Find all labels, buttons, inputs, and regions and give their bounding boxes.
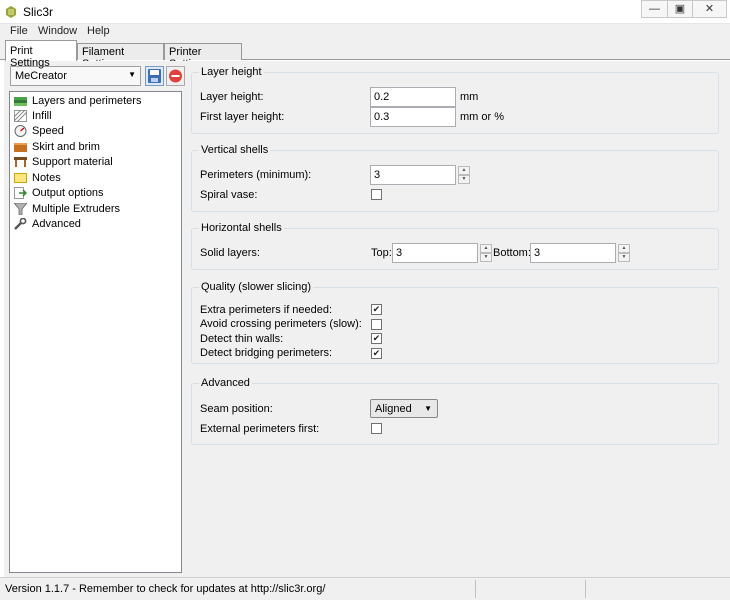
solid-layers-top-input[interactable]: 3 <box>392 243 478 263</box>
spiral-vase-checkbox[interactable] <box>371 189 382 200</box>
tab-printer-settings[interactable]: Printer Settings <box>164 43 242 70</box>
group-vertical-shells: Vertical shells Perimeters (minimum): 3 … <box>191 144 719 212</box>
group-quality: Quality (slower slicing) Extra perimeter… <box>191 281 719 364</box>
solid-layers-top-spinner[interactable]: ▲ ▼ <box>480 244 492 263</box>
minimize-button[interactable]: — <box>641 0 667 18</box>
external-perimeters-first-checkbox[interactable] <box>371 423 382 434</box>
layer-height-label: Layer height: <box>200 91 264 103</box>
delete-preset-button[interactable] <box>166 66 185 86</box>
bridging-perimeters-checkbox[interactable]: ✔ <box>371 348 382 359</box>
preset-select[interactable]: MeCreator ▼ <box>10 66 141 86</box>
group-advanced: Advanced Seam position: Aligned ▼ Extern… <box>191 377 719 445</box>
output-options-icon <box>14 187 27 199</box>
avoid-crossing-label: Avoid crossing perimeters (slow): <box>200 318 362 330</box>
solid-layers-bottom-label: Bottom: <box>493 247 531 259</box>
group-title: Advanced <box>199 377 252 389</box>
layer-height-units: mm <box>460 91 479 103</box>
thin-walls-label: Detect thin walls: <box>200 333 284 345</box>
solid-layers-bottom-spinner[interactable]: ▲ ▼ <box>618 244 630 263</box>
chevron-down-icon: ▼ <box>424 404 432 413</box>
group-title: Quality (slower slicing) <box>199 281 314 293</box>
bridging-perimeters-label: Detect bridging perimeters: <box>200 347 333 359</box>
menu-bar: File Window Help <box>0 24 730 40</box>
status-text: Version 1.1.7 - Remember to check for up… <box>5 583 326 595</box>
settings-content: Layer height Layer height: 0.2 mm First … <box>186 61 730 577</box>
avoid-crossing-checkbox[interactable] <box>371 319 382 330</box>
layer-height-input[interactable]: 0.2 <box>370 87 456 107</box>
tab-print-settings[interactable]: Print Settings <box>5 40 77 69</box>
group-horizontal-shells: Horizontal shells Solid layers: Top: 3 ▲… <box>191 222 719 270</box>
external-perimeters-first-label: External perimeters first: <box>200 423 320 435</box>
wrench-icon <box>14 218 27 230</box>
status-bar: Version 1.1.7 - Remember to check for up… <box>0 577 730 600</box>
speed-icon <box>14 125 27 137</box>
solid-layers-label: Solid layers: <box>200 247 260 259</box>
first-layer-height-units: mm or % <box>460 111 504 123</box>
seam-position-value: Aligned <box>375 403 412 415</box>
status-divider <box>475 580 476 598</box>
group-layer-height: Layer height Layer height: 0.2 mm First … <box>191 66 719 134</box>
menu-help[interactable]: Help <box>87 25 110 37</box>
group-title: Layer height <box>199 66 264 78</box>
skirt-brim-icon <box>14 143 27 152</box>
spiral-vase-label: Spiral vase: <box>200 189 258 201</box>
settings-page-list: Layers and perimeters Infill Speed Skirt… <box>9 91 182 573</box>
group-title: Vertical shells <box>199 144 271 156</box>
extra-perimeters-label: Extra perimeters if needed: <box>200 304 333 316</box>
seam-position-label: Seam position: <box>200 403 273 415</box>
solid-layers-bottom-input[interactable]: 3 <box>530 243 616 263</box>
perimeters-label: Perimeters (minimum): <box>200 169 312 181</box>
first-layer-height-input[interactable]: 0.3 <box>370 107 456 127</box>
menu-window[interactable]: Window <box>38 25 77 37</box>
tab-filament-settings[interactable]: Filament Settings <box>77 43 164 70</box>
status-divider <box>585 580 586 598</box>
window-title: Slic3r <box>23 5 54 19</box>
seam-position-select[interactable]: Aligned ▼ <box>370 399 438 418</box>
tab-strip: Print Settings Filament Settings Printer… <box>0 40 730 70</box>
solid-layers-top-label: Top: <box>371 247 392 259</box>
save-icon <box>148 69 161 83</box>
menu-file[interactable]: File <box>10 25 28 37</box>
first-layer-height-label: First layer height: <box>200 111 285 123</box>
title-bar: Slic3r — ▣ ✕ <box>0 0 730 24</box>
slic3r-logo-icon <box>6 6 16 18</box>
group-title: Horizontal shells <box>199 222 284 234</box>
perimeters-spinner[interactable]: ▲ ▼ <box>458 166 470 185</box>
chevron-down-icon: ▼ <box>128 70 136 79</box>
left-panel: MeCreator ▼ Layers and perimeters Infill… <box>4 61 186 577</box>
support-material-icon <box>14 157 27 167</box>
preset-select-value: MeCreator <box>15 70 67 82</box>
funnel-icon <box>14 203 27 215</box>
save-preset-button[interactable] <box>145 66 164 86</box>
infill-icon <box>14 110 27 122</box>
maximize-button[interactable]: ▣ <box>667 0 693 18</box>
thin-walls-checkbox[interactable]: ✔ <box>371 333 382 344</box>
close-button[interactable]: ✕ <box>693 0 727 18</box>
perimeters-input[interactable]: 3 <box>370 165 456 185</box>
notes-icon <box>14 173 27 183</box>
delete-icon <box>169 69 182 83</box>
layers-icon <box>14 97 27 106</box>
extra-perimeters-checkbox[interactable]: ✔ <box>371 304 382 315</box>
